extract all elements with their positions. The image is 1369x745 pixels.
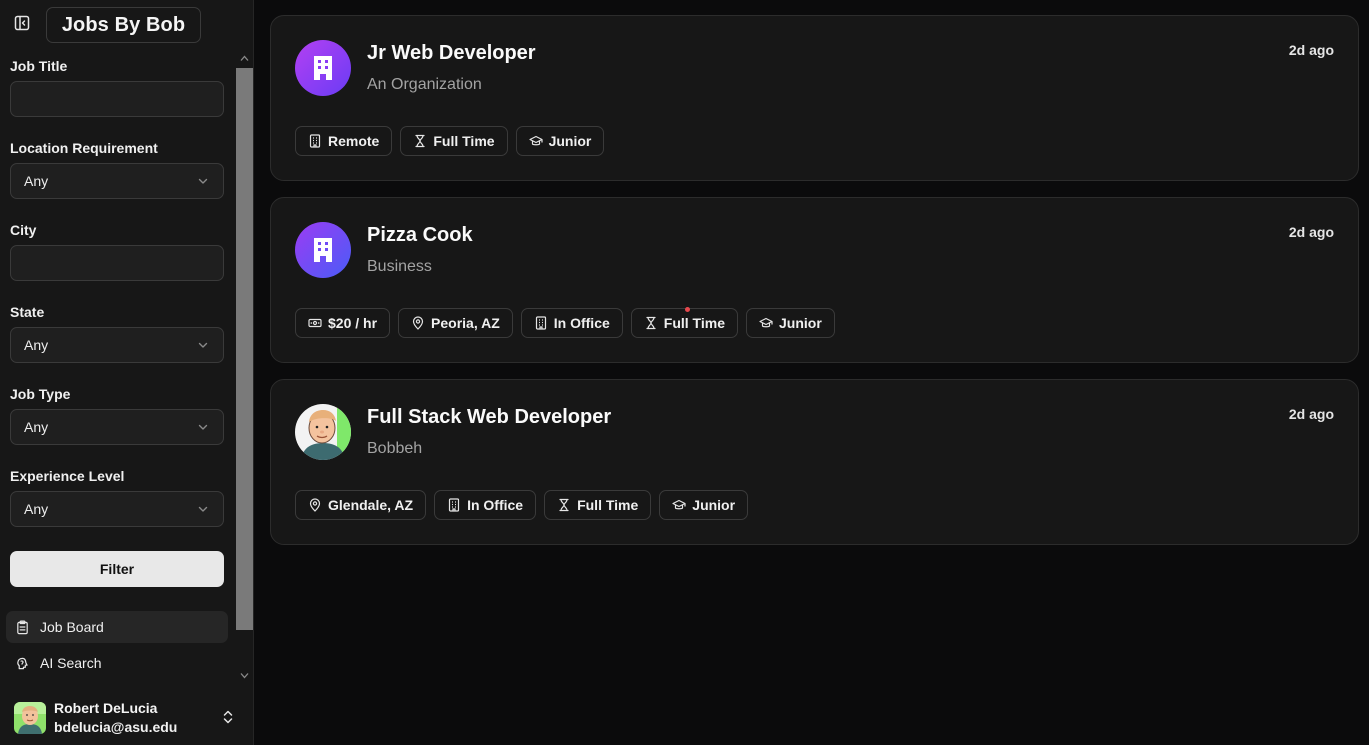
tag-label: Glendale, AZ	[328, 497, 414, 513]
tag-label: In Office	[553, 315, 610, 331]
tag-junior: Junior	[515, 126, 605, 156]
company-logo	[295, 404, 351, 460]
job-card[interactable]: Jr Web Developer An Organization 2d ago …	[270, 15, 1359, 181]
company-logo	[295, 222, 351, 278]
building-icon	[314, 56, 332, 80]
tag-full-time: Full Time	[400, 126, 508, 156]
chevron-down-icon	[198, 342, 208, 348]
nav-item-label: AI Search	[40, 655, 102, 671]
hourglass-icon	[559, 498, 569, 512]
tag-location: Peoria, AZ	[398, 308, 513, 338]
tag-label: Full Time	[663, 315, 725, 331]
experience-level-label: Experience Level	[10, 468, 125, 484]
user-name: Robert DeLucia	[54, 699, 158, 716]
state-select[interactable]: Any	[10, 327, 224, 363]
company-logo	[295, 40, 351, 96]
location-requirement-label: Location Requirement	[10, 140, 158, 156]
job-title-input[interactable]	[10, 81, 224, 117]
tag-full-time: Full Time	[630, 307, 738, 338]
job-tags: Glendale, AZ In Office Full Time Junior	[295, 490, 749, 520]
tag-label: Junior	[548, 133, 592, 149]
building-icon	[309, 134, 321, 148]
filter-button[interactable]: Filter	[10, 551, 224, 587]
chevrons-up-down-icon	[223, 710, 233, 724]
graduation-cap-icon	[528, 135, 543, 146]
nav-item-label: Job Board	[40, 619, 104, 635]
tag-label: $20 / hr	[328, 315, 378, 331]
job-type-select[interactable]: Any	[10, 409, 224, 445]
tag-label: In Office	[467, 497, 524, 513]
user-menu[interactable]: Robert DeLucia bdelucia@asu.edu	[0, 690, 253, 745]
graduation-cap-icon	[759, 317, 773, 328]
clipboard-icon	[17, 620, 28, 634]
scroll-up-arrow-icon[interactable]	[240, 54, 249, 63]
job-title: Jr Web Developer	[367, 42, 536, 64]
user-info: Robert DeLucia bdelucia@asu.edu	[54, 699, 177, 737]
nav-item-ai-search[interactable]: AI Search	[6, 647, 228, 679]
user-avatar	[14, 701, 46, 734]
company-name: Business	[367, 258, 432, 275]
scroll-down-arrow-icon[interactable]	[240, 671, 249, 680]
city-label: City	[10, 222, 37, 238]
tag-in-office: In Office	[434, 490, 537, 520]
brain-icon	[17, 657, 28, 669]
nav-item-job-board[interactable]: Job Board	[6, 611, 228, 643]
job-tags: Remote Full Time Junior	[295, 126, 605, 156]
location-requirement-value: Any	[24, 173, 49, 189]
chevron-down-icon	[198, 178, 208, 184]
state-value: Any	[24, 337, 49, 353]
tag-label: Junior	[692, 497, 736, 513]
sidebar-toggle-button[interactable]	[13, 14, 31, 32]
tag-in-office: In Office	[520, 308, 623, 338]
map-pin-icon	[412, 316, 424, 330]
job-card[interactable]: Pizza Cook Business 2d ago $20 / hr Peor…	[270, 197, 1359, 363]
sidebar: Jobs By Bob Job Title Location Requireme…	[0, 0, 254, 745]
tag-remote: Remote	[295, 126, 393, 156]
tag-label: Remote	[328, 133, 380, 149]
banknote-icon	[308, 318, 322, 328]
sidebar-header: Jobs By Bob	[0, 0, 253, 48]
sidebar-scrollbar-thumb[interactable]	[236, 68, 253, 630]
tag-location: Glendale, AZ	[295, 490, 427, 520]
map-pin-icon	[309, 498, 321, 512]
posted-time: 2d ago	[1288, 42, 1334, 58]
chevron-down-icon	[198, 424, 208, 430]
job-type-label: Job Type	[10, 386, 71, 402]
company-name: An Organization	[367, 76, 482, 93]
experience-level-select[interactable]: Any	[10, 491, 224, 527]
tag-full-time: Full Time	[544, 490, 652, 520]
hourglass-icon	[415, 134, 425, 148]
panel-left-icon	[14, 15, 30, 31]
tag-label: Full Time	[577, 497, 639, 513]
chevron-down-icon	[198, 506, 208, 512]
city-input[interactable]	[10, 245, 224, 281]
job-type-value: Any	[24, 419, 49, 435]
tag-salary: $20 / hr	[295, 308, 391, 338]
job-title: Full Stack Web Developer	[367, 406, 612, 428]
tag-junior: Junior	[745, 308, 835, 338]
graduation-cap-icon	[672, 499, 686, 510]
job-title-label: Job Title	[10, 58, 68, 74]
hourglass-icon	[646, 316, 656, 330]
tag-junior: Junior	[659, 490, 749, 520]
tag-label: Peoria, AZ	[431, 315, 500, 331]
building-icon	[314, 238, 332, 262]
brand-logo[interactable]: Jobs By Bob	[46, 7, 201, 43]
job-tags: $20 / hr Peoria, AZ In Office Full Time …	[295, 307, 835, 338]
building-icon	[535, 316, 546, 330]
job-card[interactable]: Full Stack Web Developer Bobbeh 2d ago G…	[270, 379, 1359, 545]
job-title: Pizza Cook	[367, 224, 473, 246]
company-name: Bobbeh	[367, 440, 423, 457]
notification-dot	[684, 307, 690, 312]
posted-time: 2d ago	[1288, 406, 1334, 422]
location-requirement-select[interactable]: Any	[10, 163, 224, 199]
experience-level-value: Any	[24, 501, 49, 517]
tag-label: Junior	[778, 315, 822, 331]
user-email: bdelucia@asu.edu	[54, 718, 178, 735]
building-icon	[448, 498, 460, 512]
tag-label: Full Time	[433, 133, 495, 149]
posted-time: 2d ago	[1288, 224, 1334, 240]
state-label: State	[10, 304, 45, 320]
